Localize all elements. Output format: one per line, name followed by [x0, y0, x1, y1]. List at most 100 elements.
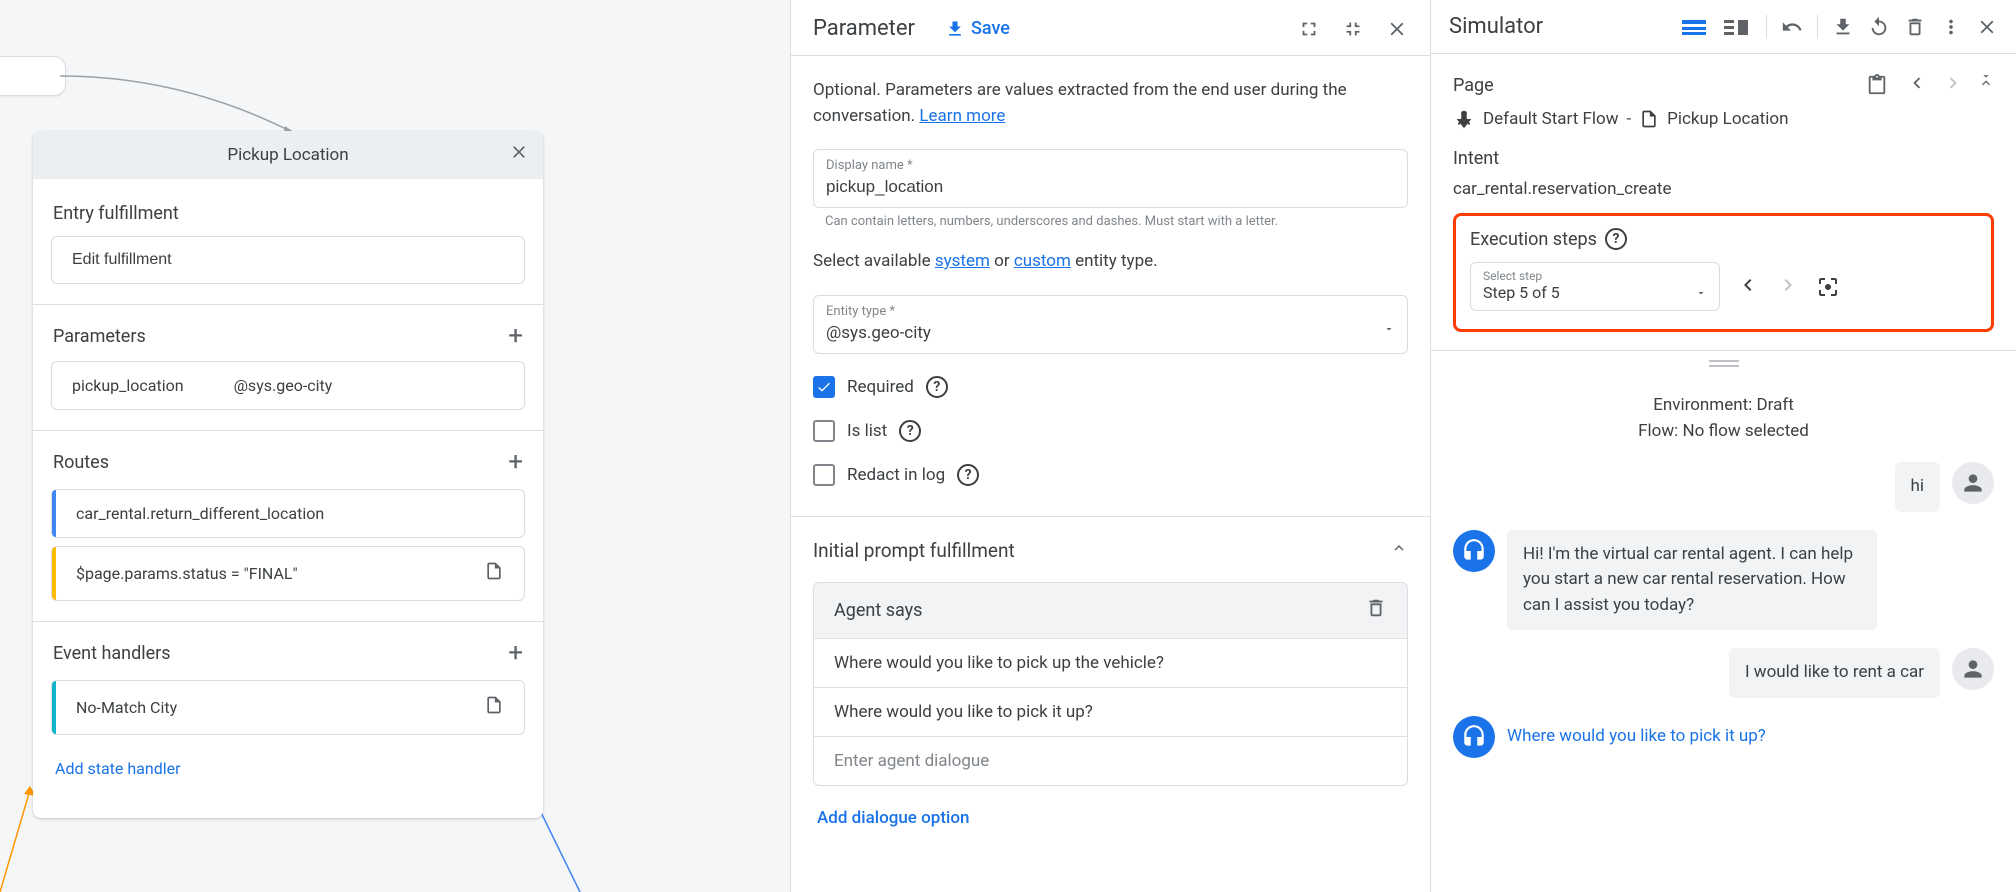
- step-prev-button[interactable]: [1736, 273, 1760, 301]
- bot-message-link[interactable]: Where would you like to pick it up?: [1507, 716, 1766, 746]
- system-link[interactable]: system: [935, 251, 990, 271]
- bot-avatar-icon: [1453, 716, 1495, 758]
- route-row[interactable]: $page.params.status = "FINAL": [51, 546, 525, 601]
- page-title: Pickup Location: [227, 145, 348, 165]
- close-icon[interactable]: [509, 142, 529, 168]
- help-icon[interactable]: ?: [1605, 228, 1627, 250]
- event-handler-label: No-Match City: [76, 698, 177, 717]
- prompt-fulfillment-header[interactable]: Initial prompt fulfillment: [813, 517, 1408, 572]
- parameter-panel: Parameter Save Optional. Parameters are …: [790, 0, 1430, 892]
- chat-area: Environment: Draft Flow: No flow selecte…: [1431, 377, 2016, 774]
- entry-fulfillment-heading: Entry fulfillment: [53, 203, 179, 224]
- chevron-up-icon: [1390, 539, 1408, 562]
- execution-steps-label: Execution steps: [1470, 229, 1597, 250]
- agent-response-input[interactable]: Enter agent dialogue: [814, 736, 1407, 785]
- custom-link[interactable]: custom: [1014, 251, 1071, 271]
- is-list-checkbox[interactable]: [813, 420, 835, 442]
- more-icon[interactable]: [1940, 16, 1962, 38]
- step-select[interactable]: Select step Step 5 of 5: [1470, 262, 1720, 311]
- user-avatar-icon: [1952, 462, 1994, 504]
- agent-says-box: Agent says Where would you like to pick …: [813, 582, 1408, 786]
- display-name-helper: Can contain letters, numbers, underscore…: [813, 214, 1408, 229]
- delete-icon[interactable]: [1365, 597, 1387, 624]
- page-icon: [484, 695, 504, 720]
- add-route-button[interactable]: +: [508, 449, 523, 475]
- add-event-handler-button[interactable]: +: [508, 640, 523, 666]
- is-list-checkbox-row[interactable]: Is list ?: [813, 420, 1408, 442]
- execution-steps-box: Execution steps ? Select step Step 5 of …: [1453, 213, 1994, 332]
- add-dialogue-option-link[interactable]: Add dialogue option: [813, 786, 1408, 850]
- edit-fulfillment-button[interactable]: Edit fulfillment: [51, 236, 525, 284]
- add-parameter-button[interactable]: +: [508, 323, 523, 349]
- flow-icon: [1453, 108, 1475, 130]
- save-test-icon[interactable]: [1832, 16, 1854, 38]
- learn-more-link[interactable]: Learn more: [919, 106, 1005, 126]
- panel-title: Parameter: [813, 16, 915, 41]
- close-icon[interactable]: [1386, 18, 1408, 40]
- page-icon: [1639, 109, 1659, 129]
- prev-turn-button[interactable]: [1906, 72, 1928, 98]
- simulator-header: Simulator: [1431, 0, 2016, 54]
- undo-icon[interactable]: [1781, 16, 1803, 38]
- fullscreen-exit-icon[interactable]: [1342, 18, 1364, 40]
- collapse-icon[interactable]: [1978, 75, 1994, 95]
- agent-says-label: Agent says: [834, 600, 922, 621]
- view-toggle[interactable]: [1678, 16, 1752, 38]
- parameter-description: Optional. Parameters are values extracte…: [813, 78, 1408, 129]
- help-icon[interactable]: ?: [926, 376, 948, 398]
- parameter-name: pickup_location: [72, 376, 184, 395]
- chevron-down-icon: [1695, 287, 1707, 299]
- view-split-icon[interactable]: [1720, 16, 1752, 38]
- agent-response-row[interactable]: Where would you like to pick it up?: [814, 687, 1407, 736]
- page-card: Pickup Location Entry fulfillment Edit f…: [33, 131, 543, 818]
- redact-checkbox[interactable]: [813, 464, 835, 486]
- message-row-user: hi: [1453, 462, 1994, 512]
- agent-response-row[interactable]: Where would you like to pick up the vehi…: [814, 638, 1407, 687]
- intent-value: car_rental.reservation_create: [1453, 179, 1994, 199]
- environment-line: Environment: Draft: [1453, 393, 1994, 419]
- redact-checkbox-row[interactable]: Redact in log ?: [813, 464, 1408, 486]
- clipboard-icon[interactable]: [1866, 74, 1888, 96]
- next-turn-button: [1942, 72, 1964, 98]
- help-icon[interactable]: ?: [957, 464, 979, 486]
- display-name-input[interactable]: [826, 173, 1395, 197]
- view-list-icon[interactable]: [1678, 16, 1710, 38]
- chevron-down-icon: [1383, 323, 1395, 339]
- parameter-row[interactable]: pickup_location @sys.geo-city: [51, 361, 525, 410]
- breadcrumb: Default Start Flow - Pickup Location: [1453, 108, 1994, 130]
- fullscreen-icon[interactable]: [1298, 18, 1320, 40]
- display-name-field[interactable]: Display name *: [813, 149, 1408, 208]
- entity-hint: Select available system or custom entity…: [813, 249, 1408, 275]
- save-button[interactable]: Save: [945, 18, 1010, 39]
- intent-meta-label: Intent: [1453, 148, 1994, 169]
- help-icon[interactable]: ?: [899, 420, 921, 442]
- message-row-bot: Where would you like to pick it up?: [1453, 716, 1994, 758]
- required-checkbox[interactable]: [813, 376, 835, 398]
- message-row-bot: Hi! I'm the virtual car rental agent. I …: [1453, 530, 1994, 631]
- delete-icon[interactable]: [1904, 16, 1926, 38]
- canvas-node-stub[interactable]: [0, 56, 66, 96]
- event-handler-row[interactable]: No-Match City: [51, 680, 525, 735]
- step-next-button: [1776, 273, 1800, 301]
- parameter-panel-header: Parameter Save: [791, 0, 1430, 56]
- simulator-title: Simulator: [1449, 14, 1543, 39]
- flow-canvas[interactable]: Pickup Location Entry fulfillment Edit f…: [0, 0, 790, 892]
- close-icon[interactable]: [1976, 16, 1998, 38]
- focus-icon[interactable]: [1816, 275, 1840, 299]
- page-card-header: Pickup Location: [33, 131, 543, 179]
- route-label: car_rental.return_different_location: [76, 504, 324, 523]
- replay-icon[interactable]: [1868, 16, 1890, 38]
- entity-type-value: @sys.geo-city: [826, 319, 1383, 343]
- parameter-entity: @sys.geo-city: [234, 376, 333, 395]
- page-icon: [484, 561, 504, 586]
- drag-handle-icon[interactable]: [1431, 351, 2016, 377]
- bot-message: Hi! I'm the virtual car rental agent. I …: [1507, 530, 1877, 631]
- add-state-handler-link[interactable]: Add state handler: [51, 745, 185, 792]
- parameters-heading: Parameters: [53, 326, 146, 347]
- route-row[interactable]: car_rental.return_different_location: [51, 489, 525, 538]
- route-label: $page.params.status = "FINAL": [76, 564, 298, 583]
- flow-line: Flow: No flow selected: [1453, 419, 1994, 445]
- entity-type-field[interactable]: Entity type * @sys.geo-city: [813, 295, 1408, 354]
- required-checkbox-row[interactable]: Required ?: [813, 376, 1408, 398]
- user-message: I would like to rent a car: [1729, 648, 1940, 698]
